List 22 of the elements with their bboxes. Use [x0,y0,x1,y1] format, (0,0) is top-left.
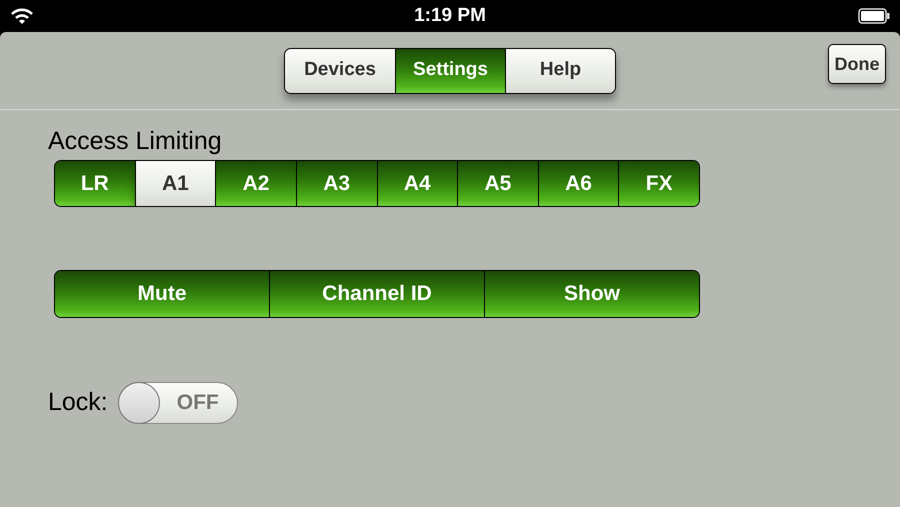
segment-button[interactable]: A6 [538,161,618,206]
done-button[interactable]: Done [828,44,886,84]
battery-icon [858,8,890,24]
status-time: 1:19 PM [414,4,486,28]
segment-button[interactable]: A2 [215,161,296,206]
lock-toggle[interactable]: OFF [118,382,238,424]
option-button[interactable]: Show [484,271,699,317]
wifi-icon [10,7,34,25]
segment-button[interactable]: FX [618,161,699,206]
lock-label: Lock: [48,387,108,418]
segment-button[interactable]: A3 [296,161,376,206]
tab[interactable]: Settings [395,48,505,92]
toggle-knob [118,382,160,424]
tab[interactable]: Devices [285,48,395,92]
option-button[interactable]: Channel ID [269,271,484,317]
tab[interactable]: Help [505,48,615,92]
segment-button[interactable]: A1 [134,161,216,206]
segment-button[interactable]: LR [55,161,135,206]
segment-button[interactable]: A4 [376,161,458,206]
section-title: Access Limiting [48,126,223,156]
option-button[interactable]: Mute [55,271,269,317]
segment-button[interactable]: A5 [457,161,538,206]
